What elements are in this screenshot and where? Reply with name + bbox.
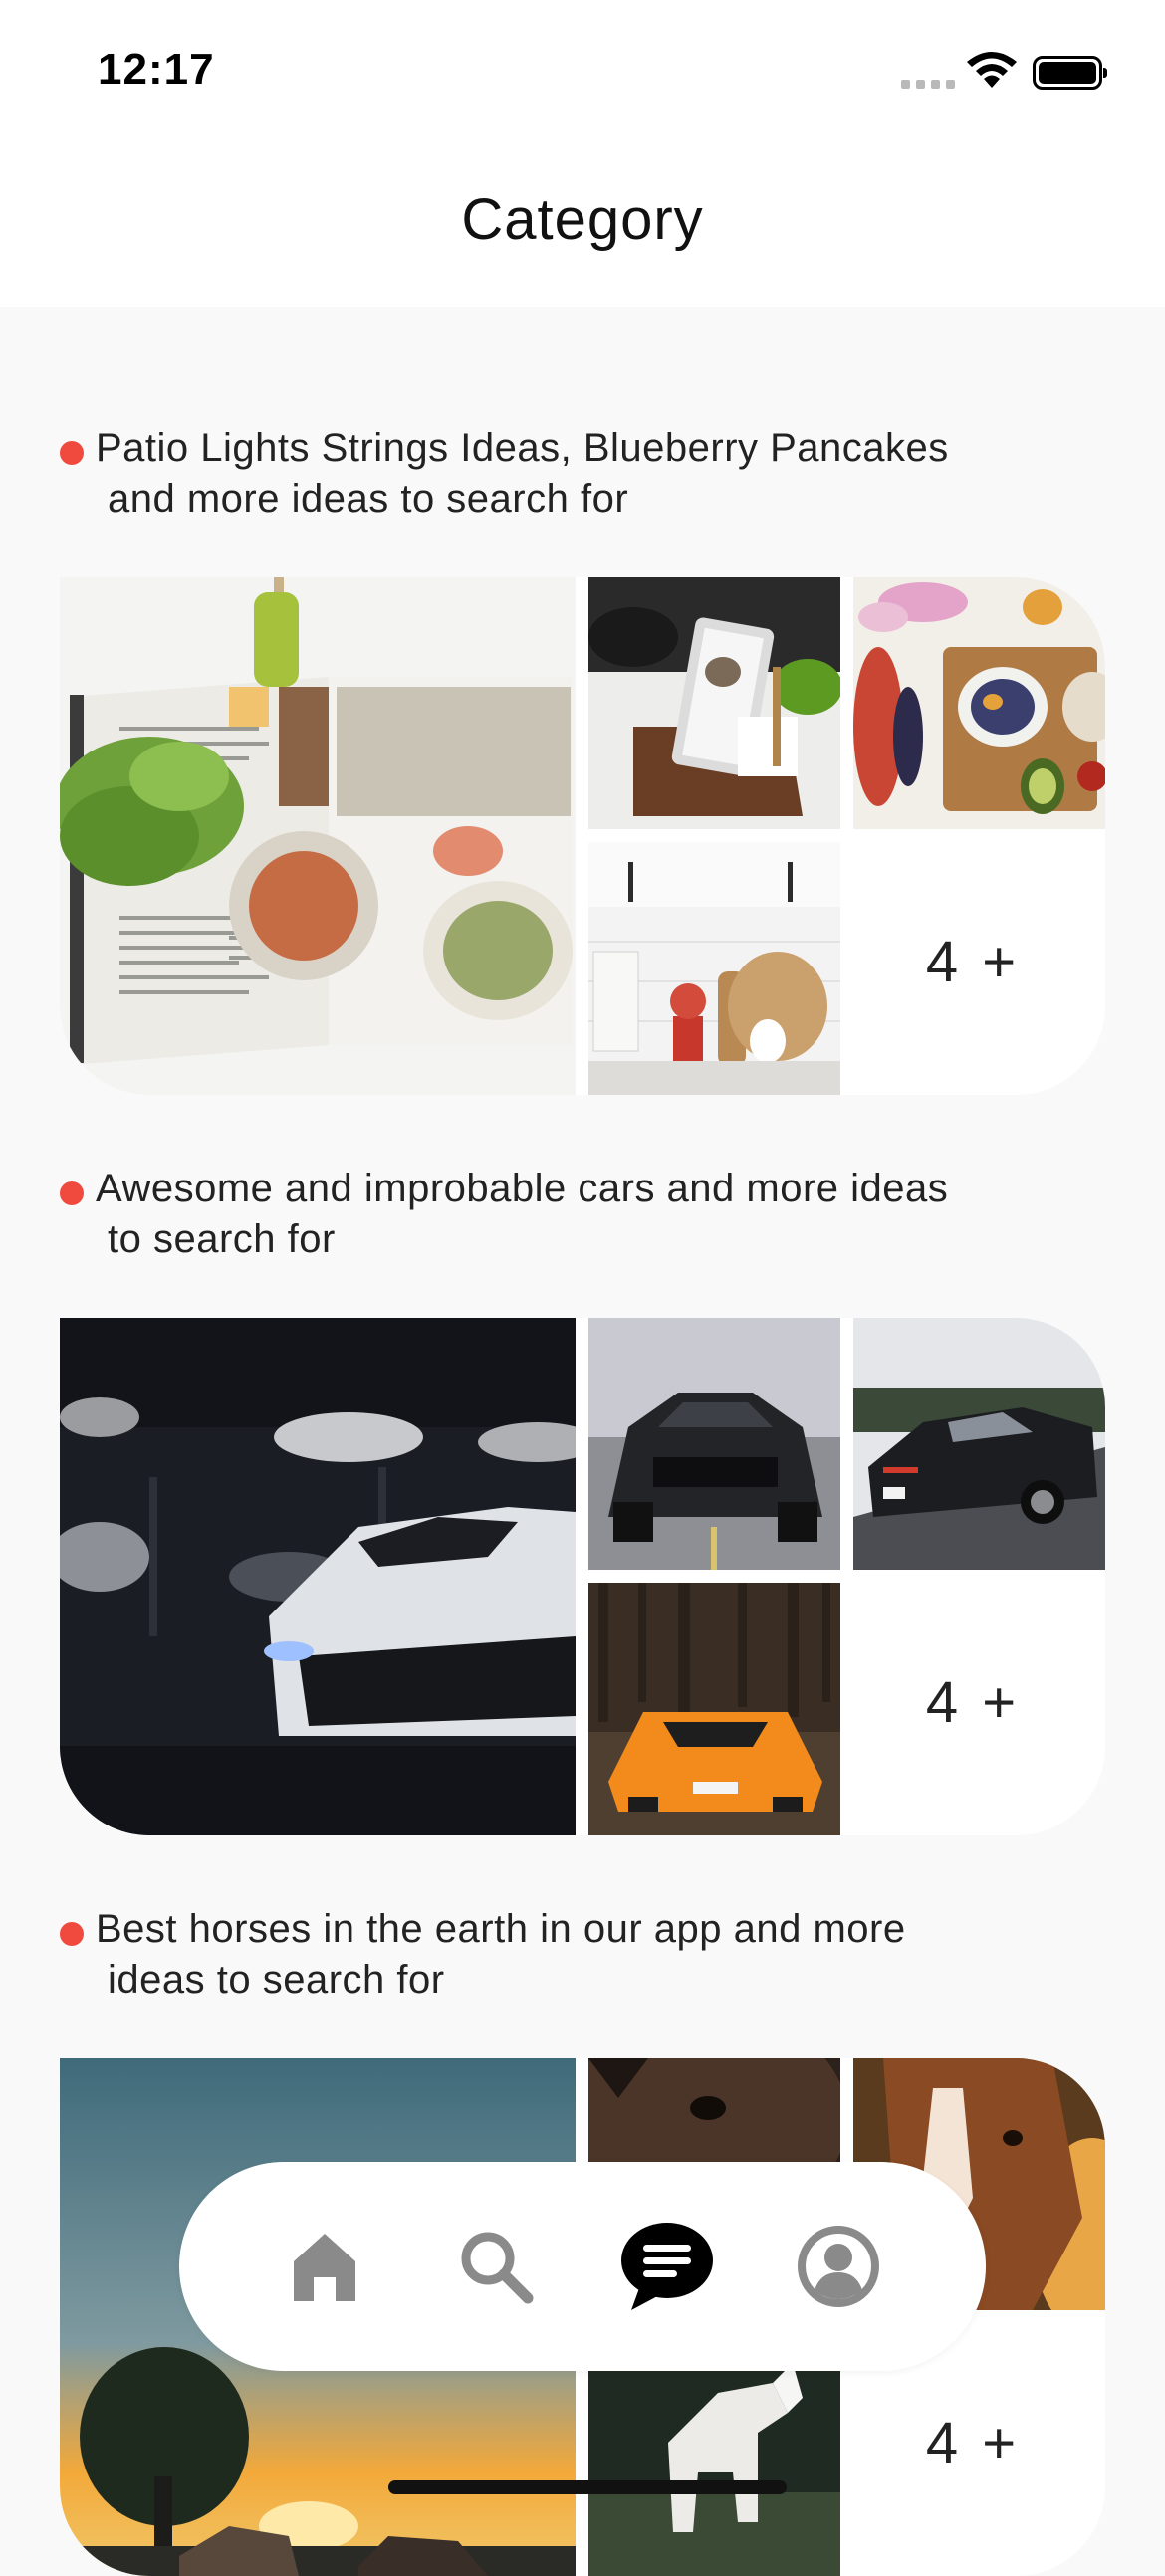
page-title: Category: [461, 187, 704, 252]
wifi-icon: [967, 52, 1017, 88]
caption-line: and more ideas to search for: [108, 477, 629, 521]
caption-line: Awesome and improbable cars and more ide…: [96, 1167, 949, 1210]
kitchen-counter-photo[interactable]: [588, 842, 840, 1095]
caption-line: Best horses in the earth in our app and …: [96, 1907, 906, 1951]
fruit-breakfast-bowls-photo[interactable]: [853, 577, 1105, 829]
nav-chat[interactable]: [617, 2217, 717, 2316]
chat-icon: [621, 2223, 713, 2310]
bottom-navigation: [179, 2162, 986, 2371]
status-time: 12:17: [98, 45, 215, 94]
caption-line: Patio Lights Strings Ideas, Blueberry Pa…: [96, 426, 949, 470]
nav-search[interactable]: [446, 2217, 546, 2316]
search-icon: [461, 2232, 534, 2304]
profile-icon: [798, 2226, 879, 2307]
cellular-signal-icon: [901, 80, 955, 89]
bullet-dot-icon: [60, 441, 84, 465]
more-images-button[interactable]: 4 +: [840, 829, 1105, 1095]
nav-profile[interactable]: [789, 2217, 888, 2316]
image-grid: 4 +: [60, 577, 1105, 1095]
bullet-dot-icon: [60, 1181, 84, 1205]
black-muscle-car-photo[interactable]: [588, 1318, 840, 1570]
caption-line: to search for: [108, 1217, 336, 1261]
home-indicator[interactable]: [388, 2480, 787, 2494]
bullet-dot-icon: [60, 1922, 84, 1946]
caption-line: ideas to search for: [108, 1958, 445, 2002]
more-images-button[interactable]: 4 +: [840, 1570, 1105, 1835]
page-header: Category: [0, 149, 1165, 307]
home-icon: [294, 2234, 355, 2301]
battery-icon: [1033, 56, 1107, 90]
tablet-recipe-stand-photo[interactable]: [588, 577, 840, 829]
status-bar: 12:17: [0, 0, 1165, 149]
image-grid: 4 +: [60, 1318, 1105, 1835]
nav-home[interactable]: [275, 2217, 374, 2316]
white-sports-car-garage-photo[interactable]: [60, 1318, 576, 1835]
black-sedan-road-photo[interactable]: [853, 1318, 1105, 1570]
cookbook-photo[interactable]: [60, 577, 576, 1095]
orange-supercar-forest-photo[interactable]: [588, 1583, 840, 1835]
